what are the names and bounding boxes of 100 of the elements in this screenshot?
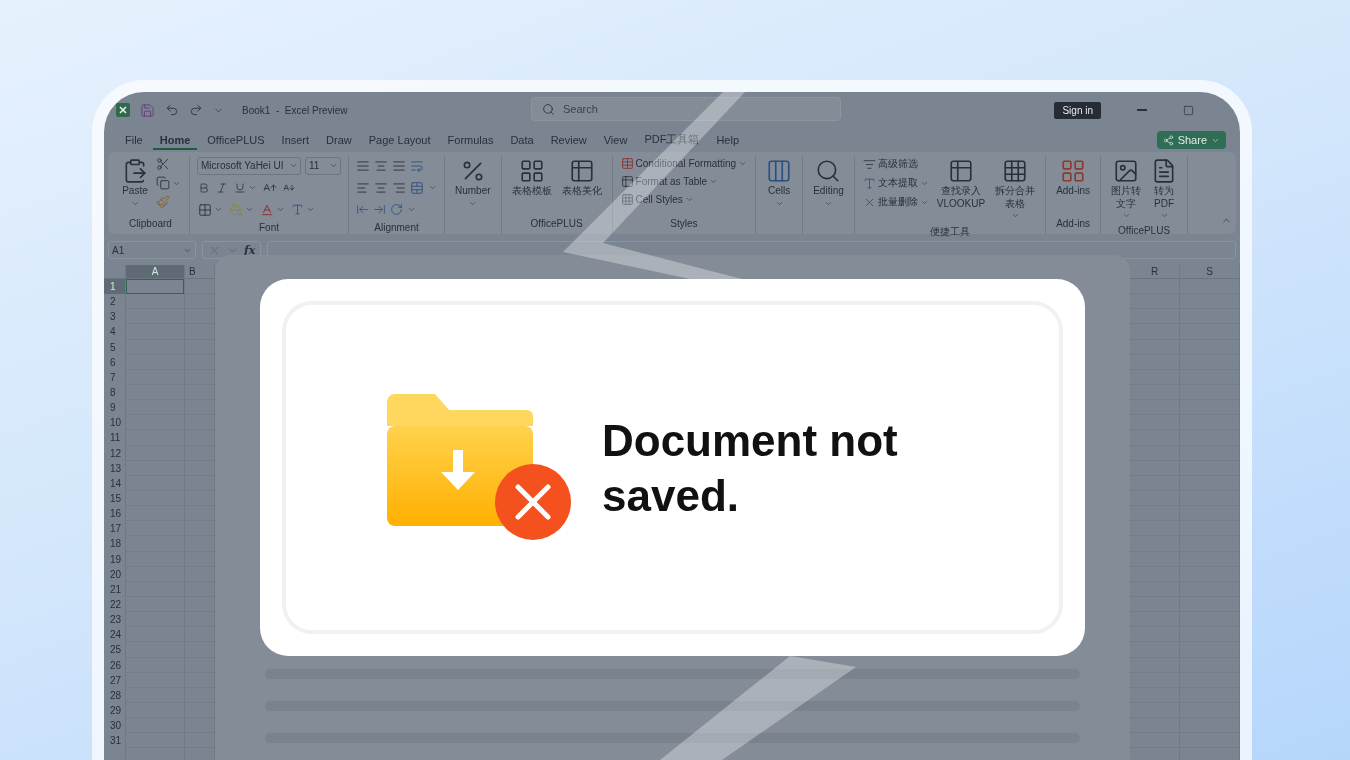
borders-button[interactable]: [197, 201, 224, 218]
row-header[interactable]: 16: [104, 506, 125, 522]
menu-tab[interactable]: Page Layout: [361, 130, 438, 150]
ribbon-button[interactable]: 表格模板: [508, 156, 555, 200]
row-header[interactable]: 5: [104, 339, 125, 355]
row-header[interactable]: 8: [104, 385, 125, 401]
row-header[interactable]: 10: [104, 415, 125, 431]
ribbon-command[interactable]: 文本提取: [861, 175, 930, 191]
row-header[interactable]: 1: [104, 279, 125, 295]
share-icon: [1162, 134, 1174, 146]
ribbon-command[interactable]: Format as Table: [619, 174, 749, 189]
ribbon-button[interactable]: Cells: [763, 156, 796, 210]
font-color-icon: [260, 202, 274, 217]
split-table-icon: [1002, 158, 1029, 184]
group-label: Clipboard: [128, 217, 173, 231]
bold-button[interactable]: [197, 180, 211, 195]
row-header[interactable]: 11: [104, 430, 125, 446]
maximize-icon: [1183, 104, 1194, 116]
phonetic-icon: [291, 203, 304, 216]
row-header[interactable]: 2: [104, 294, 125, 310]
ribbon-command[interactable]: Conditional Formatting: [619, 156, 749, 171]
menu-tab[interactable]: File: [118, 130, 150, 150]
name-box[interactable]: A1: [108, 241, 196, 259]
row-header[interactable]: 19: [104, 551, 125, 567]
row-header[interactable]: 13: [104, 460, 125, 476]
row-header[interactable]: 21: [104, 581, 125, 597]
row-header[interactable]: 24: [104, 627, 125, 643]
row-header[interactable]: 27: [104, 672, 125, 688]
copy-button[interactable]: [155, 175, 182, 191]
caret-icon: [248, 183, 257, 192]
row-header[interactable]: 29: [104, 702, 125, 719]
ribbon-button[interactable]: Editing: [810, 156, 847, 210]
row-header[interactable]: 3: [104, 309, 125, 325]
italic-icon: [216, 181, 228, 194]
menu-tab[interactable]: Review: [543, 130, 594, 150]
add-ins-icon: [1060, 158, 1087, 184]
lookup-table-icon: [947, 158, 974, 184]
font-name-dropdown[interactable]: Microsoft YaHei UI: [197, 156, 301, 175]
shrink-font-icon: [283, 181, 295, 194]
fill-color-button[interactable]: [228, 201, 255, 218]
row-header[interactable]: 9: [104, 400, 125, 416]
group-label: Alignment: [373, 221, 420, 235]
ribbon-button[interactable]: 转为 PDF: [1148, 156, 1181, 222]
ribbon-command[interactable]: 高级筛选: [861, 156, 930, 172]
row-header[interactable]: 14: [104, 475, 125, 491]
menu-tab[interactable]: Insert: [274, 130, 317, 150]
sign-in-button[interactable]: Sign in: [1054, 101, 1101, 119]
ribbon-button[interactable]: 表格美化: [558, 156, 605, 200]
row-header[interactable]: 15: [104, 490, 125, 507]
ribbon-command[interactable]: 批量删除: [861, 194, 930, 210]
ribbon-button[interactable]: 拆分合并 表格: [992, 156, 1039, 222]
ribbon-button[interactable]: Add-ins: [1053, 156, 1094, 200]
row-header[interactable]: 31: [104, 733, 125, 749]
ribbon-command[interactable]: Cell Styles: [619, 192, 749, 207]
column-header[interactable]: A: [126, 265, 184, 279]
menu-tab[interactable]: Home: [152, 130, 198, 150]
row-header[interactable]: 6: [104, 354, 125, 370]
align-middle-icon: [374, 158, 388, 173]
menu-tab[interactable]: View: [596, 130, 635, 150]
row-header[interactable]: 22: [104, 596, 125, 613]
ribbon-button[interactable]: Number: [452, 156, 494, 210]
group-label: Add-ins: [1055, 217, 1092, 231]
row-header[interactable]: 28: [104, 687, 125, 703]
row-header[interactable]: 20: [104, 566, 125, 582]
menu-tab[interactable]: OfficePLUS: [200, 130, 272, 150]
caret-icon: [1010, 211, 1020, 220]
row-header[interactable]: 30: [104, 718, 125, 734]
table-icon: [620, 175, 634, 188]
menu-tab[interactable]: Formulas: [440, 130, 501, 150]
orientation-icon: [390, 203, 403, 216]
row-header[interactable]: 12: [104, 445, 125, 461]
insert-function-button[interactable]: fx: [244, 243, 256, 257]
row-header[interactable]: 26: [104, 657, 125, 673]
menu-tab[interactable]: Help: [709, 130, 746, 150]
row-header[interactable]: 18: [104, 536, 125, 552]
ribbon-button[interactable]: 图片转 文字: [1108, 156, 1145, 222]
group-label: 便捷工具: [928, 225, 971, 239]
save-icon: [140, 102, 155, 118]
ribbon-button[interactable]: 查找录入 VLOOKUP: [933, 156, 989, 212]
selected-cell[interactable]: [126, 279, 184, 295]
search-field[interactable]: Search: [531, 97, 841, 121]
column-header[interactable]: R: [1130, 265, 1179, 279]
row-header[interactable]: 4: [104, 324, 125, 340]
paste-button[interactable]: Paste: [119, 156, 151, 210]
menu-tab[interactable]: Draw: [319, 130, 359, 150]
row-header[interactable]: 23: [104, 612, 125, 628]
row-header[interactable]: 7: [104, 369, 125, 385]
row-header[interactable]: 25: [104, 642, 125, 658]
row-header[interactable]: 17: [104, 521, 125, 537]
filter-icon: [862, 157, 876, 171]
group-label: OfficePLUS: [529, 217, 584, 231]
italic-button[interactable]: [215, 180, 229, 195]
share-button[interactable]: Share: [1156, 131, 1226, 149]
column-header[interactable]: S: [1180, 265, 1239, 279]
column-header[interactable]: B: [185, 265, 214, 279]
phonetic-button[interactable]: [290, 202, 316, 217]
menu-tab[interactable]: Data: [503, 130, 541, 150]
font-size-dropdown[interactable]: 11: [305, 156, 341, 175]
search-icon: [542, 102, 555, 116]
merge-cells-icon: [410, 180, 424, 195]
